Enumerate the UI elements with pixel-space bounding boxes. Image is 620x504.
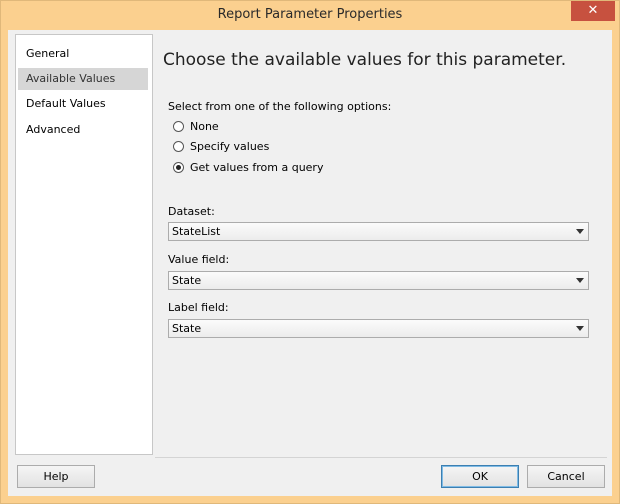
close-button[interactable]: ✕ — [571, 1, 615, 21]
value-field-value: State — [172, 274, 202, 287]
window-title: Report Parameter Properties — [217, 7, 403, 22]
dialog-body: General Available Values Default Values … — [8, 30, 612, 496]
dialog-window: Report Parameter Properties ✕ General Av… — [0, 0, 620, 504]
nav-item-general[interactable]: General — [18, 43, 148, 65]
dataset-label: Dataset: — [168, 205, 215, 218]
nav-item-advanced[interactable]: Advanced — [18, 119, 148, 141]
nav-item-default-values[interactable]: Default Values — [18, 93, 148, 115]
radio-none-label: None — [190, 120, 219, 133]
dataset-value: StateList — [172, 225, 221, 238]
ok-button[interactable]: OK — [441, 465, 519, 488]
chevron-down-icon — [576, 278, 584, 283]
options-label: Select from one of the following options… — [168, 100, 392, 113]
chevron-down-icon — [576, 326, 584, 331]
close-icon: ✕ — [587, 3, 599, 18]
value-field-select[interactable]: State — [168, 271, 589, 290]
help-button[interactable]: Help — [17, 465, 95, 488]
radio-specify-indicator[interactable] — [173, 141, 184, 152]
title-bar[interactable]: Report Parameter Properties ✕ — [1, 1, 619, 29]
label-field-value: State — [172, 322, 202, 335]
dataset-select[interactable]: StateList — [168, 222, 589, 241]
radio-specify-label: Specify values — [190, 140, 270, 153]
radio-none-indicator[interactable] — [173, 121, 184, 132]
radio-query-indicator[interactable] — [173, 162, 184, 173]
footer-divider — [155, 457, 607, 458]
cancel-button[interactable]: Cancel — [527, 465, 605, 488]
label-field-label: Label field: — [168, 301, 229, 314]
radio-query-label: Get values from a query — [190, 161, 324, 174]
page-navigation: General Available Values Default Values … — [15, 34, 153, 455]
chevron-down-icon — [576, 229, 584, 234]
label-field-select[interactable]: State — [168, 319, 589, 338]
page-heading: Choose the available values for this par… — [163, 50, 567, 70]
value-field-label: Value field: — [168, 253, 230, 266]
nav-item-available-values[interactable]: Available Values — [18, 68, 148, 90]
